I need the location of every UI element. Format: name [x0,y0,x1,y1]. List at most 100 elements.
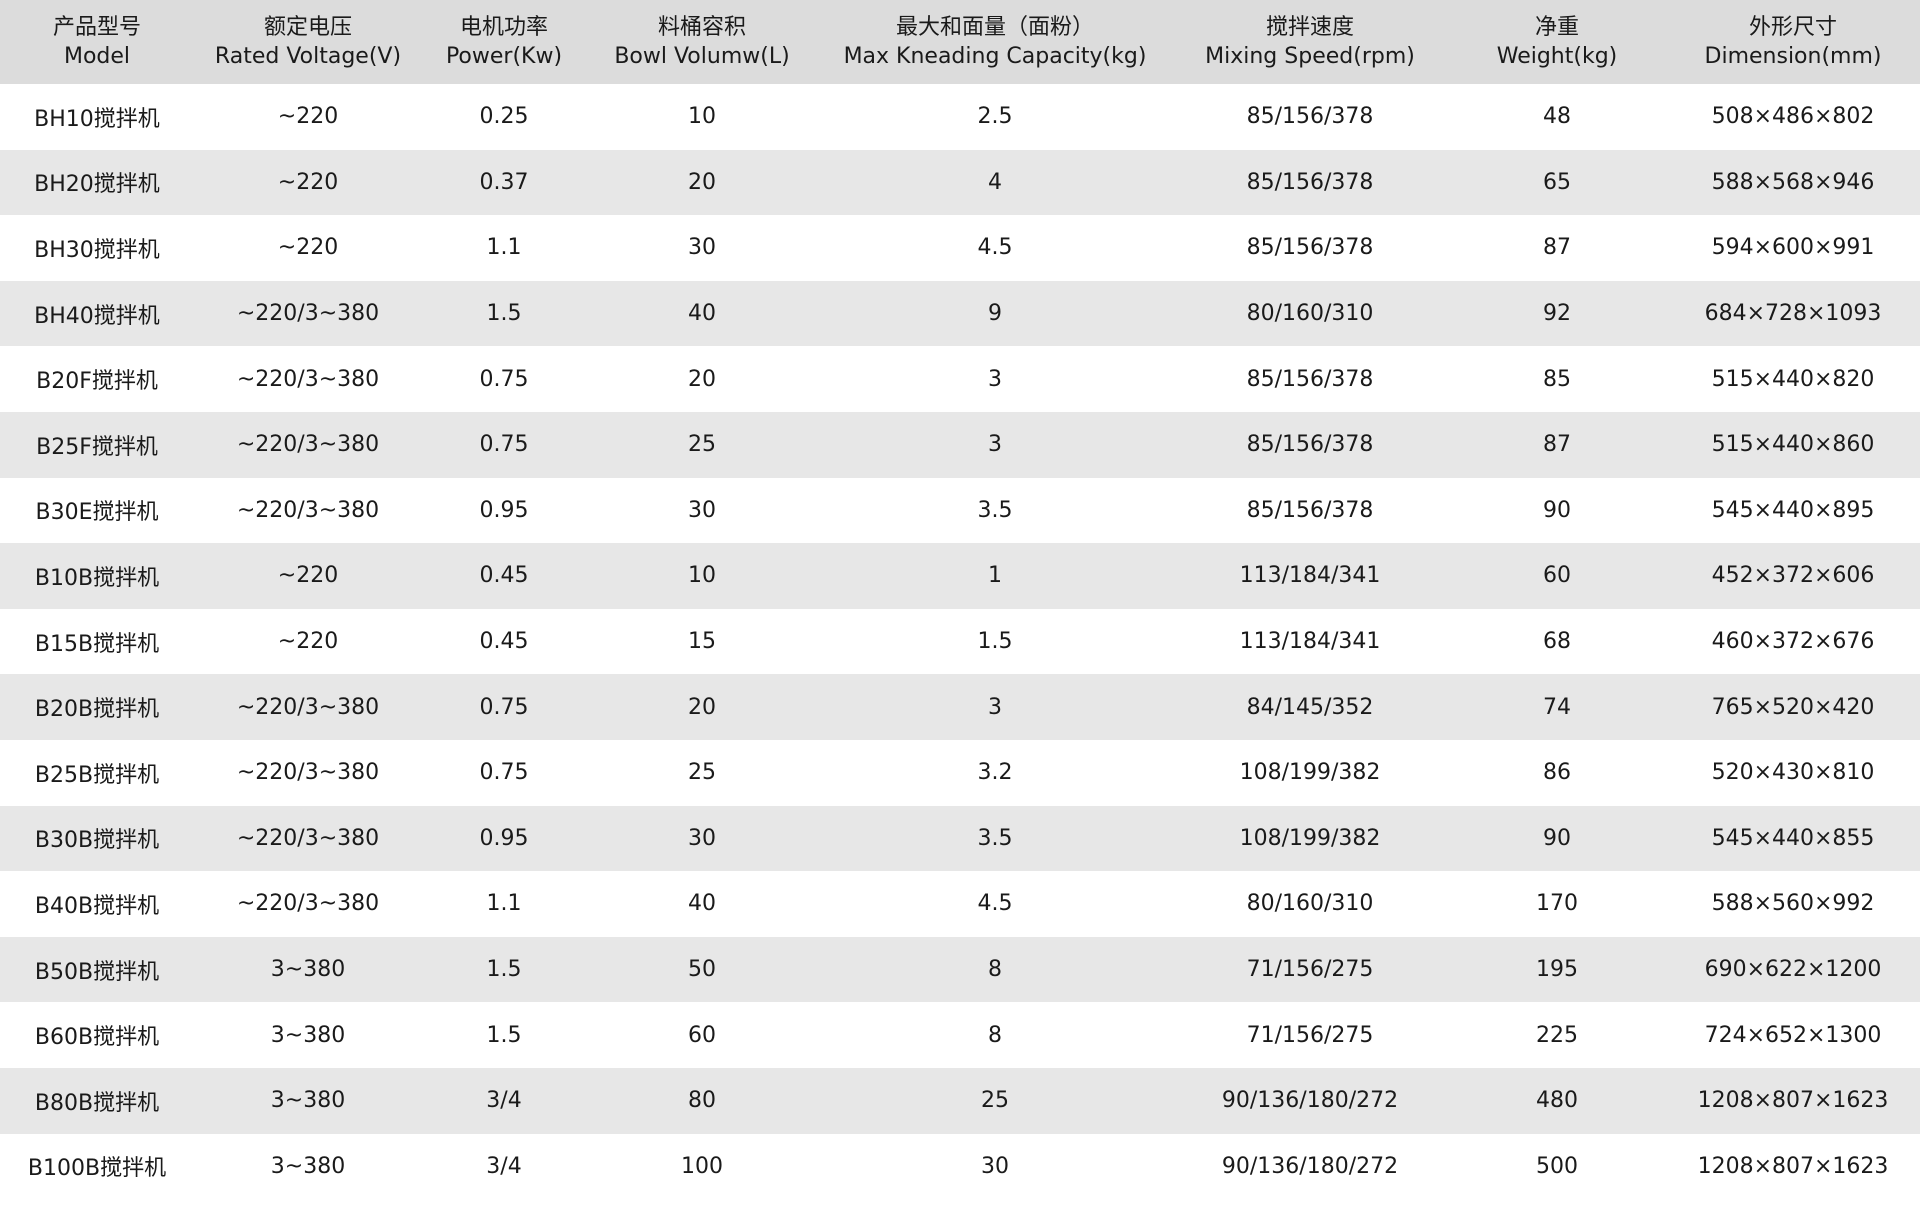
cell-max-kneading-capacity: 4.5 [977,891,1013,917]
column-header-dimension: 外形尺寸 Dimension(mm) [1666,0,1920,84]
cell-weight: 87 [1543,235,1571,261]
column-header-zh: 电机功率 [459,15,548,40]
cell-bowl-volume: 10 [688,104,716,130]
cell-mixing-speed: 85/156/378 [1246,432,1374,458]
cell-bowl-volume: 60 [688,1022,716,1048]
cell-model: BH40搅拌机 [34,303,160,329]
cell-mixing-speed: 85/156/378 [1246,104,1374,130]
column-header-en: Bowl Volumw(L) [614,44,790,69]
column-header-en: Weight(kg) [1496,44,1618,69]
cell-weight: 195 [1536,957,1578,983]
cell-mixing-speed: 80/160/310 [1246,891,1374,917]
cell-dimension: 545×440×855 [1711,825,1875,851]
cell-model: B15B搅拌机 [34,631,160,657]
cell-max-kneading-capacity: 4 [988,169,1002,195]
cell-max-kneading-capacity: 3.5 [977,825,1013,851]
cell-model: BH10搅拌机 [34,106,160,132]
cell-mixing-speed: 85/156/378 [1246,497,1374,523]
table-row: BH20搅拌机 ~220 0.37 20 4 85/156/378 65 588×568×94… [0,149,1920,216]
cell-weight: 48 [1543,104,1571,130]
table-row: B25B搅拌机 ~220/3~380 0.75 25 3.2 108/199/382 86 5… [0,739,1920,806]
cell-power: 1.1 [486,891,522,917]
cell-model: B20B搅拌机 [34,697,160,723]
cell-power: 0.45 [479,563,529,589]
column-header-weight: 净重 Weight(kg) [1448,0,1666,84]
cell-weight: 225 [1536,1022,1578,1048]
cell-dimension: 588×560×992 [1711,891,1875,917]
column-header-en: Mixing Speed(rpm) [1205,44,1415,69]
cell-dimension: 1208×807×1623 [1697,1153,1889,1179]
table-row: B40B搅拌机 ~220/3~380 1.1 40 4.5 80/160/310 170 58… [0,871,1920,937]
cell-dimension: 452×372×606 [1711,563,1875,589]
cell-max-kneading-capacity: 3 [988,432,1002,458]
cell-model: B100B搅拌机 [27,1156,167,1182]
cell-model: B20F搅拌机 [36,369,158,395]
table-body: BH10搅拌机 ~220 0.25 10 2.5 85/156/378 48 508×486×… [0,84,1920,1200]
cell-weight: 87 [1543,432,1571,458]
cell-dimension: 460×372×676 [1711,629,1875,655]
cell-bowl-volume: 25 [688,760,716,786]
cell-bowl-volume: 30 [688,235,716,261]
cell-dimension: 594×600×991 [1711,235,1875,261]
cell-model: B10B搅拌机 [34,565,160,591]
table-row: B50B搅拌机 3~380 1.5 50 8 71/156/275 195 690×622×1… [0,936,1920,1003]
cell-bowl-volume: 20 [688,169,716,195]
cell-model: B30E搅拌机 [35,500,159,526]
cell-bowl-volume: 30 [688,497,716,523]
cell-model: B40B搅拌机 [34,893,160,919]
cell-power: 0.95 [479,497,529,523]
cell-bowl-volume: 15 [688,629,716,655]
cell-mixing-speed: 108/199/382 [1239,825,1381,851]
cell-bowl-volume: 30 [688,825,716,851]
column-header-en: Dimension(mm) [1704,44,1882,69]
column-header-max-kneading-capacity: 最大和面量（面粉） Max Kneading Capacity(kg) [818,0,1172,84]
column-header-en: Rated Voltage(V) [214,44,402,69]
cell-mixing-speed: 85/156/378 [1246,366,1374,392]
column-header-en: Power(Kw) [445,44,563,69]
cell-dimension: 765×520×420 [1711,694,1875,720]
column-header-zh: 净重 [1534,15,1579,40]
cell-dimension: 724×652×1300 [1704,1022,1882,1048]
cell-mixing-speed: 113/184/341 [1239,563,1381,589]
cell-bowl-volume: 25 [688,432,716,458]
cell-bowl-volume: 100 [681,1153,723,1179]
cell-rated-voltage: ~220 [277,104,339,130]
cell-dimension: 545×440×895 [1711,497,1875,523]
cell-mixing-speed: 90/136/180/272 [1221,1153,1399,1179]
cell-rated-voltage: ~220/3~380 [236,694,380,720]
table-row: B20B搅拌机 ~220/3~380 0.75 20 3 84/145/352 74 765×… [0,674,1920,740]
table-row: B25F搅拌机 ~220/3~380 0.75 25 3 85/156/378 87 515×… [0,411,1920,478]
cell-max-kneading-capacity: 2.5 [977,104,1013,130]
column-header-power: 电机功率 Power(Kw) [422,0,586,84]
cell-bowl-volume: 40 [688,891,716,917]
cell-power: 1.5 [486,301,522,327]
cell-rated-voltage: ~220 [277,563,339,589]
cell-rated-voltage: 3~380 [270,957,346,983]
cell-weight: 90 [1543,825,1571,851]
column-header-model: 产品型号 Model [0,0,194,84]
table-row: B80B搅拌机 3~380 3/4 80 25 90/136/180/272 480 1208… [0,1067,1920,1134]
cell-power: 1.5 [486,957,522,983]
header-row: 产品型号 Model 额定电压 Rated Voltage(V) 电机功率 Power(K… [0,0,1920,84]
column-header-en: Model [63,44,131,69]
cell-weight: 480 [1536,1088,1578,1114]
cell-power: 0.75 [479,760,529,786]
column-header-en: Max Kneading Capacity(kg) [843,44,1147,69]
column-header-mixing-speed: 搅拌速度 Mixing Speed(rpm) [1172,0,1448,84]
cell-rated-voltage: ~220/3~380 [236,891,380,917]
column-header-zh: 料桶容积 [657,15,746,40]
cell-bowl-volume: 10 [688,563,716,589]
cell-max-kneading-capacity: 1.5 [977,629,1013,655]
column-header-bowl-volume: 料桶容积 Bowl Volumw(L) [586,0,818,84]
cell-power: 1.1 [486,235,522,261]
cell-mixing-speed: 113/184/341 [1239,629,1381,655]
cell-power: 3/4 [486,1088,522,1114]
cell-rated-voltage: ~220 [277,629,339,655]
cell-weight: 68 [1543,629,1571,655]
cell-max-kneading-capacity: 3.5 [977,497,1013,523]
table-row: BH40搅拌机 ~220/3~380 1.5 40 9 80/160/310 92 684×7… [0,280,1920,347]
column-header-zh: 额定电压 [263,15,352,40]
cell-power: 0.95 [479,825,529,851]
cell-power: 0.25 [479,104,529,130]
cell-weight: 86 [1543,760,1571,786]
